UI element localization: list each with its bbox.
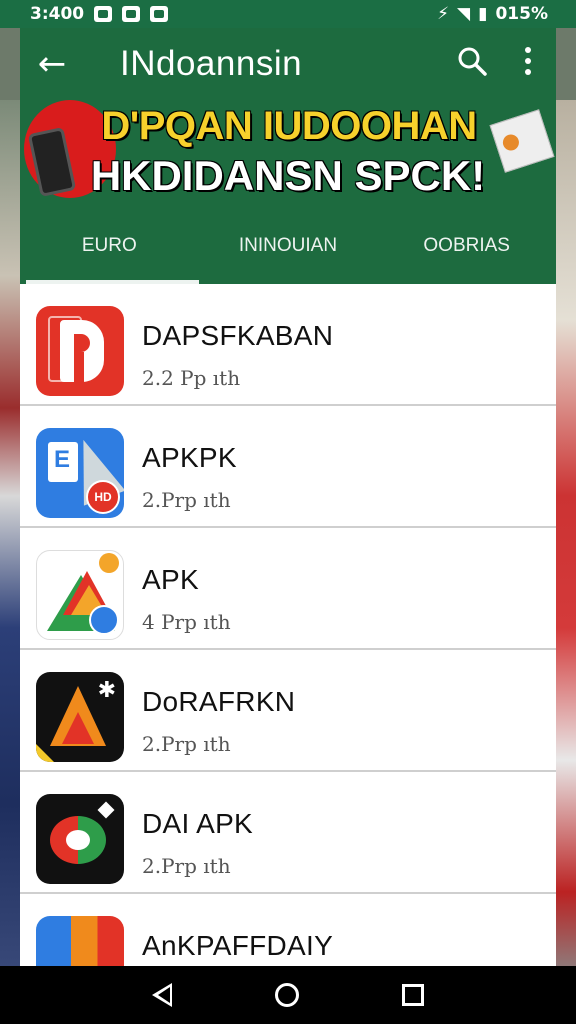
list-item[interactable]: HD APKPK 2.Prp ıth	[20, 406, 556, 528]
back-arrow-icon[interactable]: ←	[20, 44, 84, 84]
more-vert-icon[interactable]	[500, 46, 556, 83]
app-meta: 2.Prp ıth	[142, 732, 231, 756]
app-name: DAPSFKABAN	[142, 320, 334, 351]
app-name: AnKPAFFDAIY	[142, 930, 334, 961]
battery-icon: ▮	[478, 4, 488, 24]
status-bar: 3:400 ⚡ ◥ ▮ 015%	[0, 0, 576, 28]
status-time: 3:400	[30, 4, 85, 24]
tab-bar: EURO ININOUIAN OOBRIAS	[20, 212, 556, 284]
battery-percent: 015%	[495, 4, 548, 24]
app-name: DoRAFRKN	[142, 686, 296, 717]
ring-app-icon	[36, 794, 124, 884]
letter-a-app-icon: ✱	[36, 672, 124, 762]
mail-icon	[122, 6, 141, 22]
wifi-icon: ◥	[457, 4, 471, 24]
app-name: DAI APK	[142, 808, 254, 839]
triangle-app-icon	[36, 550, 124, 640]
list-item[interactable]: ✱ DoRAFRKN 2.Prp ıth	[20, 650, 556, 772]
blue-document-app-icon: HD	[36, 428, 124, 518]
red-p-app-icon	[36, 306, 124, 396]
notification-icon	[150, 6, 169, 22]
app-meta: 4 Prp ıth	[142, 610, 231, 634]
list-item[interactable]: DAI APK 2.Prp ıth	[20, 772, 556, 894]
nav-recents-icon[interactable]	[402, 984, 425, 1006]
app-meta: 2.Prp ıth	[142, 488, 231, 512]
app-list: DAPSFKABAN 2.2 Pp ıth HD APKPK 2.Prp ıth…	[20, 284, 556, 966]
list-item[interactable]: DAPSFKABAN 2.2 Pp ıth	[20, 284, 556, 406]
page-title: INdoannsin	[120, 44, 303, 83]
promo-banner[interactable]: D'PQAN IUDOOHAN HKDIDANSN SPCK!	[20, 100, 556, 212]
banner-headline: D'PQAN IUDOOHAN	[101, 104, 477, 148]
tab-ininouian[interactable]: ININOUIAN	[199, 212, 378, 284]
app-name: APK	[142, 564, 199, 595]
list-item[interactable]: AnKPAFFDAIY	[20, 894, 556, 966]
tab-euro[interactable]: EURO	[20, 212, 199, 284]
nav-home-icon[interactable]	[274, 983, 299, 1007]
app-bar: ← INdoannsin	[20, 28, 556, 100]
tab-oobrias[interactable]: OOBRIAS	[377, 212, 556, 284]
app-meta: 2.Prp ıth	[142, 854, 231, 878]
banner-subheadline: HKDIDANSN SPCK!	[90, 152, 486, 199]
search-icon[interactable]	[444, 46, 500, 83]
list-item[interactable]: APK 4 Prp ıth	[20, 528, 556, 650]
document-icon	[489, 109, 555, 173]
multicolor-app-icon	[36, 916, 124, 966]
system-nav-bar	[0, 966, 576, 1024]
vibrate-icon: ⚡	[437, 4, 450, 24]
camera-icon	[94, 6, 113, 22]
app-meta: 2.2 Pp ıth	[142, 366, 241, 390]
nav-back-icon[interactable]	[151, 983, 172, 1007]
app-name: APKPK	[142, 442, 237, 473]
